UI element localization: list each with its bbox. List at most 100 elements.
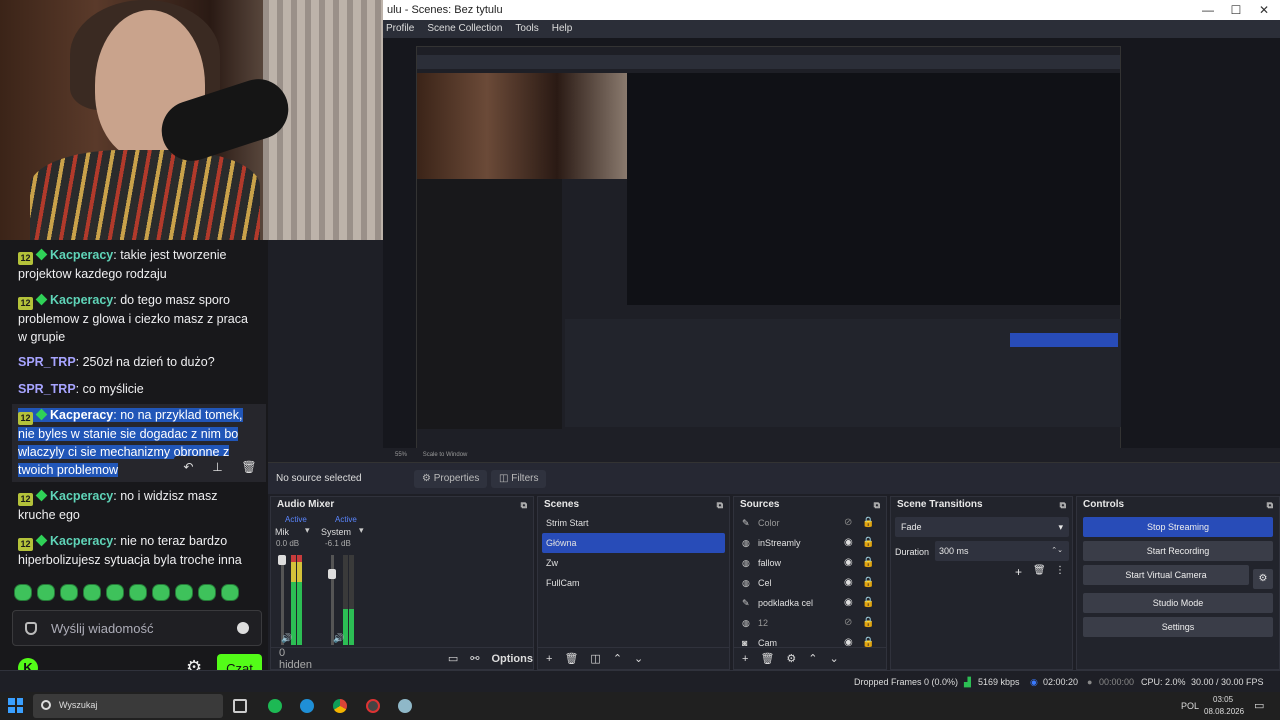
eye-icon[interactable]: ◉ bbox=[844, 553, 853, 573]
chat-username[interactable]: Kacperacy bbox=[50, 408, 113, 422]
pin-icon[interactable]: ⊥ bbox=[212, 460, 222, 474]
mic-dropdown-icon[interactable]: ▾ bbox=[305, 525, 310, 536]
spotify-icon[interactable] bbox=[268, 699, 282, 713]
emote-icon[interactable] bbox=[83, 584, 101, 601]
filters-button[interactable]: ◫ Filters bbox=[491, 470, 547, 488]
stepper-icon[interactable]: ⌃⌄ bbox=[1051, 541, 1063, 561]
emote-icon[interactable] bbox=[221, 584, 239, 601]
menu-help[interactable]: Help bbox=[552, 20, 573, 38]
chat-username[interactable]: Kacperacy bbox=[50, 489, 113, 503]
chat-username[interactable]: Kacperacy bbox=[50, 248, 113, 262]
scene-item[interactable]: Strim Start bbox=[538, 513, 729, 533]
move-up-icon[interactable]: ⌃ bbox=[613, 652, 622, 665]
popout-icon[interactable]: ⧉ bbox=[874, 497, 880, 513]
emote-icon[interactable] bbox=[175, 584, 193, 601]
start-virtual-camera-button[interactable]: Start Virtual Camera bbox=[1083, 565, 1249, 585]
scene-item-selected[interactable]: Główna bbox=[542, 533, 725, 553]
edge-icon[interactable] bbox=[300, 699, 314, 713]
popout-icon[interactable]: ⧉ bbox=[1060, 497, 1066, 513]
app-icon[interactable] bbox=[398, 699, 412, 713]
start-recording-button[interactable]: Start Recording bbox=[1083, 541, 1273, 561]
properties-button[interactable]: ⚙ Properties bbox=[414, 470, 488, 488]
source-item[interactable]: ◍ fallow ◉ 🔒 bbox=[734, 553, 886, 573]
remove-source-icon[interactable]: 🗑 bbox=[760, 652, 774, 665]
eye-icon[interactable]: ◉ bbox=[844, 573, 853, 593]
add-source-icon[interactable]: + bbox=[742, 653, 748, 665]
source-item[interactable]: ◍ Cel ◉ 🔒 bbox=[734, 573, 886, 593]
move-down-icon[interactable]: ⌄ bbox=[634, 652, 643, 665]
remove-transition-icon[interactable]: 🗑 bbox=[1033, 565, 1046, 576]
windows-start-icon[interactable] bbox=[8, 698, 23, 713]
emote-icon[interactable] bbox=[129, 584, 147, 601]
eye-icon[interactable]: ◉ bbox=[844, 533, 853, 553]
emote-icon[interactable] bbox=[37, 584, 55, 601]
lock-icon[interactable]: 🔒 bbox=[862, 513, 874, 533]
studio-mode-button[interactable]: Studio Mode bbox=[1083, 593, 1273, 613]
lock-icon[interactable]: 🔒 bbox=[862, 533, 874, 553]
more-options-icon[interactable]: ⋮ bbox=[1055, 565, 1065, 576]
clock-time[interactable]: 03:05 bbox=[1213, 695, 1233, 704]
clock-date[interactable]: 08.08.2026 bbox=[1204, 707, 1244, 716]
lock-icon[interactable]: 🔒 bbox=[862, 553, 874, 573]
system-fader-knob[interactable] bbox=[328, 569, 336, 579]
task-view-icon[interactable] bbox=[233, 699, 247, 713]
source-item[interactable]: ✎ podkladka cel ◉ 🔒 bbox=[734, 593, 886, 613]
obs-icon[interactable] bbox=[366, 699, 380, 713]
stop-streaming-button[interactable]: Stop Streaming bbox=[1083, 517, 1273, 537]
chat-username[interactable]: Kacperacy bbox=[50, 534, 113, 548]
scene-filters-icon[interactable]: ◫ bbox=[590, 652, 600, 665]
chat-username[interactable]: SPR_TRP bbox=[18, 382, 76, 396]
source-settings-icon[interactable]: ⚙ bbox=[786, 652, 796, 665]
move-down-icon[interactable]: ⌄ bbox=[830, 652, 839, 665]
preview-canvas[interactable] bbox=[383, 38, 1280, 486]
hidden-eye-icon[interactable]: ⊘ bbox=[844, 613, 852, 633]
add-transition-icon[interactable]: + bbox=[1015, 565, 1022, 579]
emote-icon[interactable] bbox=[106, 584, 124, 601]
chat-username[interactable]: SPR_TRP bbox=[18, 355, 76, 369]
minimize-icon[interactable]: — bbox=[1194, 0, 1222, 20]
duration-input[interactable]: 300 ms ⌃⌄ bbox=[935, 541, 1069, 561]
keyboard-language[interactable]: POL bbox=[1181, 701, 1199, 711]
mixer-link-icon[interactable]: ⚯ bbox=[470, 652, 479, 665]
lock-icon[interactable]: 🔒 bbox=[862, 573, 874, 593]
emote-icon[interactable] bbox=[14, 584, 32, 601]
emoji-icon[interactable] bbox=[237, 622, 249, 634]
scene-item[interactable]: Zw bbox=[538, 553, 729, 573]
close-icon[interactable]: ✕ bbox=[1250, 0, 1278, 20]
popout-icon[interactable]: ⧉ bbox=[717, 497, 723, 513]
hidden-eye-icon[interactable]: ⊘ bbox=[844, 513, 852, 533]
move-up-icon[interactable]: ⌃ bbox=[808, 652, 817, 665]
notifications-icon[interactable]: ▭ bbox=[1254, 699, 1264, 712]
settings-button[interactable]: Settings bbox=[1083, 617, 1273, 637]
system-dropdown-icon[interactable]: ▾ bbox=[359, 525, 364, 536]
mixer-layout-icon[interactable]: ▭ bbox=[448, 652, 458, 665]
popout-icon[interactable]: ⧉ bbox=[1267, 497, 1273, 513]
reply-icon[interactable]: ↶ bbox=[183, 460, 193, 474]
mic-fader-knob[interactable] bbox=[278, 555, 286, 565]
maximize-icon[interactable]: ☐ bbox=[1222, 0, 1250, 20]
scale-mode-dropdown[interactable]: Scale to Window bbox=[423, 452, 468, 458]
emote-icon[interactable] bbox=[60, 584, 78, 601]
mic-fader[interactable] bbox=[281, 555, 284, 645]
chrome-icon[interactable] bbox=[333, 699, 347, 713]
lock-icon[interactable]: 🔒 bbox=[862, 613, 874, 633]
remove-scene-icon[interactable]: 🗑 bbox=[564, 652, 578, 665]
lock-icon[interactable]: 🔒 bbox=[862, 593, 874, 613]
chat-input[interactable]: Wyślij wiadomość bbox=[12, 610, 262, 646]
menu-profile[interactable]: Profile bbox=[386, 20, 414, 38]
menu-tools[interactable]: Tools bbox=[515, 20, 538, 38]
mic-mute-icon[interactable]: 🔊 bbox=[281, 633, 292, 644]
add-scene-icon[interactable]: + bbox=[546, 653, 552, 665]
source-item[interactable]: ◍ 12 ⊘ 🔒 bbox=[734, 613, 886, 633]
source-item[interactable]: ◍ inStreamly ◉ 🔒 bbox=[734, 533, 886, 553]
scene-item[interactable]: FullCam bbox=[538, 573, 729, 593]
trash-icon[interactable]: 🗑 bbox=[241, 460, 256, 474]
taskbar-search[interactable]: Wyszukaj bbox=[33, 694, 223, 718]
transition-type-select[interactable]: Fade ▾ bbox=[895, 517, 1069, 537]
source-item[interactable]: ✎ Color ⊘ 🔒 bbox=[734, 513, 886, 533]
system-mute-icon[interactable]: 🔊 bbox=[333, 633, 344, 644]
chat-username[interactable]: Kacperacy bbox=[50, 293, 113, 307]
eye-icon[interactable]: ◉ bbox=[844, 593, 853, 613]
virtual-camera-gear-icon[interactable]: ⚙ bbox=[1253, 569, 1273, 589]
popout-icon[interactable]: ⧉ bbox=[521, 497, 527, 513]
